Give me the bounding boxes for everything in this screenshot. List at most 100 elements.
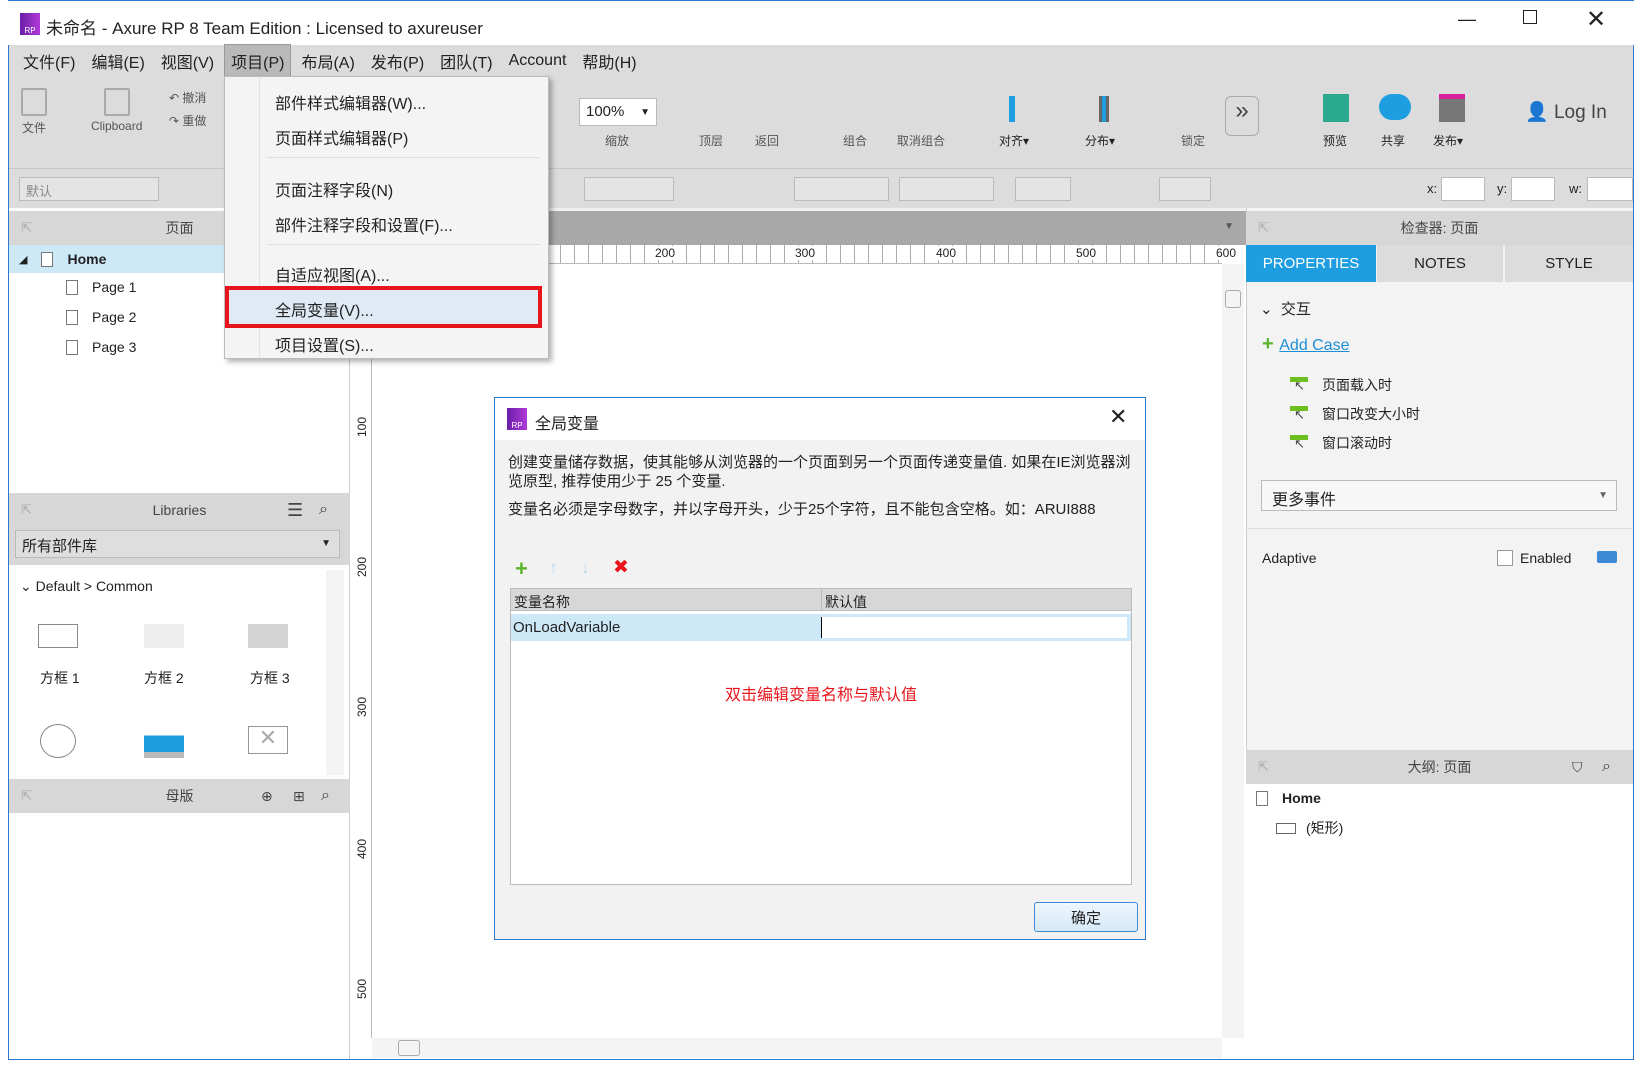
menu-team[interactable]: 团队(T) — [434, 45, 498, 77]
menu-edit[interactable]: 编辑(E) — [85, 45, 150, 77]
collapse-icon[interactable]: ◢ — [19, 253, 27, 266]
undo-button[interactable]: ↶ 撤消 — [169, 89, 206, 106]
lock-button[interactable]: 锁定 — [1181, 132, 1205, 149]
menu-view[interactable]: 视图(V) — [155, 45, 220, 77]
menu-item-page-style-editor[interactable]: 页面样式编辑器(P) — [275, 125, 408, 149]
ellipse-widget-icon[interactable] — [40, 724, 76, 758]
close-icon[interactable]: ✕ — [1586, 5, 1606, 34]
variable-name-cell[interactable]: OnLoadVariable — [513, 619, 620, 636]
add-case-link[interactable]: + Add Case — [1262, 333, 1350, 356]
chevron-down-icon[interactable]: ▼ — [1224, 221, 1234, 232]
page-item-page2[interactable]: Page 2 — [66, 303, 136, 331]
redo-button[interactable]: ↷ 重做 — [169, 112, 206, 129]
menu-item-global-variables[interactable]: 全局变量(V)... — [275, 297, 374, 321]
interactions-section[interactable]: ⌄ 交互 — [1260, 298, 1311, 319]
clipboard-button[interactable]: Clipboard — [91, 88, 142, 133]
menu-file[interactable]: 文件(F) — [17, 45, 81, 77]
pin-icon[interactable]: ⇱ — [1258, 220, 1269, 236]
page-item-page3[interactable]: Page 3 — [66, 333, 136, 361]
menu-item-widget-style-editor[interactable]: 部件样式编辑器(W)... — [275, 90, 426, 114]
x-input[interactable] — [1441, 177, 1485, 201]
style-select[interactable]: 默认 — [19, 177, 159, 201]
close-icon[interactable]: ✕ — [1109, 404, 1127, 430]
box3-widget-icon[interactable] — [248, 624, 288, 648]
column-header-name[interactable]: 变量名称 — [514, 592, 570, 612]
pin-icon[interactable]: ⇱ — [21, 220, 32, 236]
menu-item-widget-notes[interactable]: 部件注释字段和设置(F)... — [275, 212, 453, 236]
box2-widget-icon[interactable] — [144, 624, 184, 648]
file-button[interactable]: 文件 — [21, 88, 47, 136]
line-color-button[interactable] — [1159, 177, 1211, 201]
libraries-scrollbar[interactable] — [326, 570, 344, 775]
library-group[interactable]: ⌄ Default > Common — [20, 578, 153, 595]
add-folder-icon[interactable]: ⊞ — [293, 788, 305, 805]
minimize-icon[interactable]: — — [1458, 9, 1476, 30]
page-item-page1[interactable]: Page 1 — [66, 273, 136, 301]
move-down-button[interactable]: ↓ — [581, 558, 590, 578]
menu-item-adaptive-views[interactable]: 自适应视图(A)... — [275, 262, 390, 286]
y-input[interactable] — [1511, 177, 1555, 201]
more-events-select[interactable]: 更多事件 ▼ — [1261, 480, 1617, 511]
scroll-thumb[interactable] — [1225, 290, 1241, 308]
menu-item-project-settings[interactable]: 项目设置(S)... — [275, 332, 374, 356]
placeholder-widget-icon[interactable]: ✕ — [248, 726, 288, 754]
menu-publish[interactable]: 发布(P) — [365, 45, 430, 77]
tab-notes[interactable]: NOTES — [1377, 245, 1503, 282]
menu-help[interactable]: 帮助(H) — [576, 45, 642, 77]
more-tools-button[interactable]: » — [1225, 96, 1259, 136]
filter-icon[interactable]: ⛉ — [1572, 759, 1583, 776]
group-button[interactable]: 组合 — [843, 132, 867, 149]
pin-icon[interactable]: ⇱ — [21, 502, 32, 518]
bold-italic-underline-buttons[interactable] — [584, 177, 674, 201]
default-value-input[interactable] — [821, 617, 1127, 638]
add-variable-button[interactable]: + — [515, 556, 528, 582]
search-icon[interactable]: ⌕ — [319, 501, 328, 519]
move-up-button[interactable]: ↑ — [549, 558, 558, 578]
enabled-checkbox[interactable] — [1497, 550, 1513, 566]
maximize-icon[interactable] — [1523, 10, 1537, 24]
delete-variable-button[interactable]: ✖ — [613, 556, 629, 579]
outline-header: ⇱ 大纲: 页面 ⛉ ⌕ — [1246, 750, 1633, 784]
menu-account[interactable]: Account — [503, 48, 573, 74]
align-button[interactable]: 对齐▾ — [999, 132, 1029, 149]
login-button[interactable]: 👤 Log In — [1525, 100, 1607, 124]
menu-project[interactable]: 项目(P) — [224, 43, 292, 78]
canvas-horizontal-scrollbar[interactable] — [372, 1038, 1222, 1058]
ok-button[interactable]: 确定 — [1034, 902, 1138, 932]
scroll-thumb[interactable] — [398, 1040, 420, 1056]
event-window-scroll[interactable]: 窗口滚动时 — [1290, 433, 1392, 453]
send-back-button[interactable]: 返回 — [755, 132, 779, 149]
adaptive-views-icon[interactable] — [1597, 551, 1617, 563]
tab-style[interactable]: STYLE — [1505, 245, 1633, 282]
add-master-icon[interactable]: ⊕ — [261, 788, 273, 805]
share-button[interactable]: 共享 — [1381, 132, 1405, 149]
pin-icon[interactable]: ⇱ — [21, 788, 32, 804]
publish-button[interactable]: 发布▾ — [1433, 132, 1463, 149]
event-window-resize[interactable]: 窗口改变大小时 — [1290, 404, 1420, 424]
w-input[interactable] — [1587, 177, 1633, 201]
fill-color-button[interactable] — [1015, 177, 1071, 201]
outline-item-home[interactable]: Home — [1256, 784, 1321, 812]
event-page-load[interactable]: 页面载入时 — [1290, 375, 1392, 395]
canvas-vertical-scrollbar[interactable] — [1222, 264, 1244, 1038]
tab-properties[interactable]: PROPERTIES — [1246, 245, 1376, 282]
publish-icon — [1439, 94, 1465, 122]
preview-button[interactable]: 预览 — [1323, 132, 1347, 149]
pin-icon[interactable]: ⇱ — [1258, 759, 1269, 775]
search-icon[interactable]: ⌕ — [321, 787, 330, 805]
menu-icon[interactable]: ☰ — [287, 500, 303, 521]
menu-layout[interactable]: 布局(A) — [295, 45, 360, 77]
valign-text-buttons[interactable] — [899, 177, 994, 201]
box1-widget-icon[interactable] — [38, 624, 78, 648]
align-text-buttons[interactable] — [794, 177, 889, 201]
column-header-default[interactable]: 默认值 — [825, 592, 867, 612]
outline-item-rect[interactable]: (矩形) — [1276, 814, 1343, 842]
ungroup-button[interactable]: 取消组合 — [897, 132, 945, 149]
menu-item-page-notes[interactable]: 页面注释字段(N) — [275, 177, 393, 201]
distribute-button[interactable]: 分布▾ — [1085, 132, 1115, 149]
zoom-select[interactable]: 100% ▼ — [579, 98, 657, 126]
library-select[interactable]: 所有部件库 ▼ — [15, 530, 340, 558]
bring-front-button[interactable]: 顶层 — [699, 132, 723, 149]
image-widget-icon[interactable] — [144, 722, 184, 758]
search-icon[interactable]: ⌕ — [1602, 758, 1611, 776]
